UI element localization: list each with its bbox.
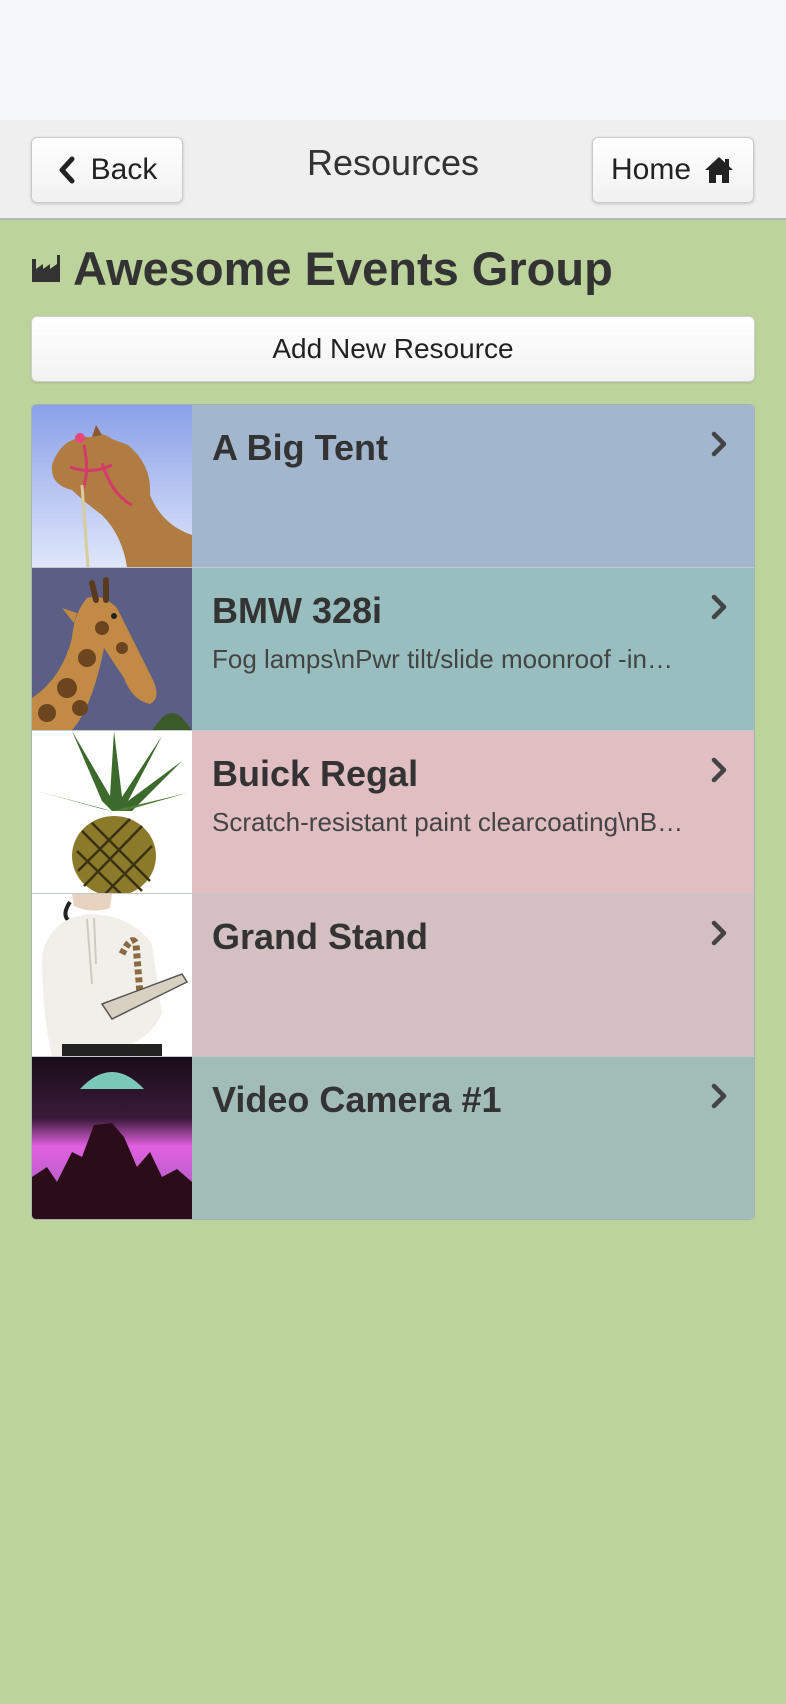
chevron-right-icon [711, 594, 727, 620]
group-header: Awesome Events Group [31, 220, 755, 316]
resource-thumbnail [32, 405, 192, 567]
resource-row[interactable]: A Big Tent [32, 405, 754, 568]
resource-thumbnail [32, 568, 192, 730]
resource-subtitle: Scratch-resistant paint clearcoating\nB… [212, 807, 684, 837]
resource-row[interactable]: Video Camera #1 [32, 1057, 754, 1219]
resource-title: A Big Tent [212, 427, 388, 468]
resource-title: BMW 328i [212, 590, 383, 631]
resource-row-body: Buick Regal Scratch-resistant paint clea… [192, 731, 754, 893]
chevron-right-icon [711, 757, 727, 783]
resource-title: Video Camera #1 [212, 1079, 502, 1120]
resource-row-body: BMW 328i Fog lamps\nPwr tilt/slide moonr… [192, 568, 754, 730]
resource-row[interactable]: BMW 328i Fog lamps\nPwr tilt/slide moonr… [32, 568, 754, 731]
chevron-right-icon [711, 1083, 727, 1109]
resource-row-body: A Big Tent [192, 405, 754, 567]
resource-thumbnail [32, 731, 192, 893]
resource-subtitle: Fog lamps\nPwr tilt/slide moonroof -in… [212, 644, 673, 674]
resource-row[interactable]: Grand Stand [32, 894, 754, 1057]
navbar: Back Resources Home [0, 120, 786, 220]
resource-row[interactable]: Buick Regal Scratch-resistant paint clea… [32, 731, 754, 894]
main-content: Awesome Events Group Add New Resource A … [0, 220, 786, 1220]
status-bar-area [0, 0, 786, 120]
home-button[interactable]: Home [592, 137, 754, 203]
group-title: Awesome Events Group [73, 241, 613, 295]
home-icon [705, 157, 734, 183]
home-button-label: Home [610, 153, 692, 186]
chevron-right-icon [711, 431, 727, 457]
resource-thumbnail [32, 1057, 192, 1219]
resource-list: A Big Tent BMW 328i Fog lamps\nPwr tilt/… [31, 404, 755, 1220]
chevron-right-icon [711, 920, 727, 946]
factory-icon [31, 253, 61, 283]
resource-title: Buick Regal [212, 753, 419, 794]
resource-title: Grand Stand [212, 916, 429, 957]
resource-row-body: Video Camera #1 [192, 1057, 754, 1219]
resource-thumbnail [32, 894, 192, 1056]
add-new-resource-button[interactable]: Add New Resource [31, 316, 755, 382]
resource-row-body: Grand Stand [192, 894, 754, 1056]
